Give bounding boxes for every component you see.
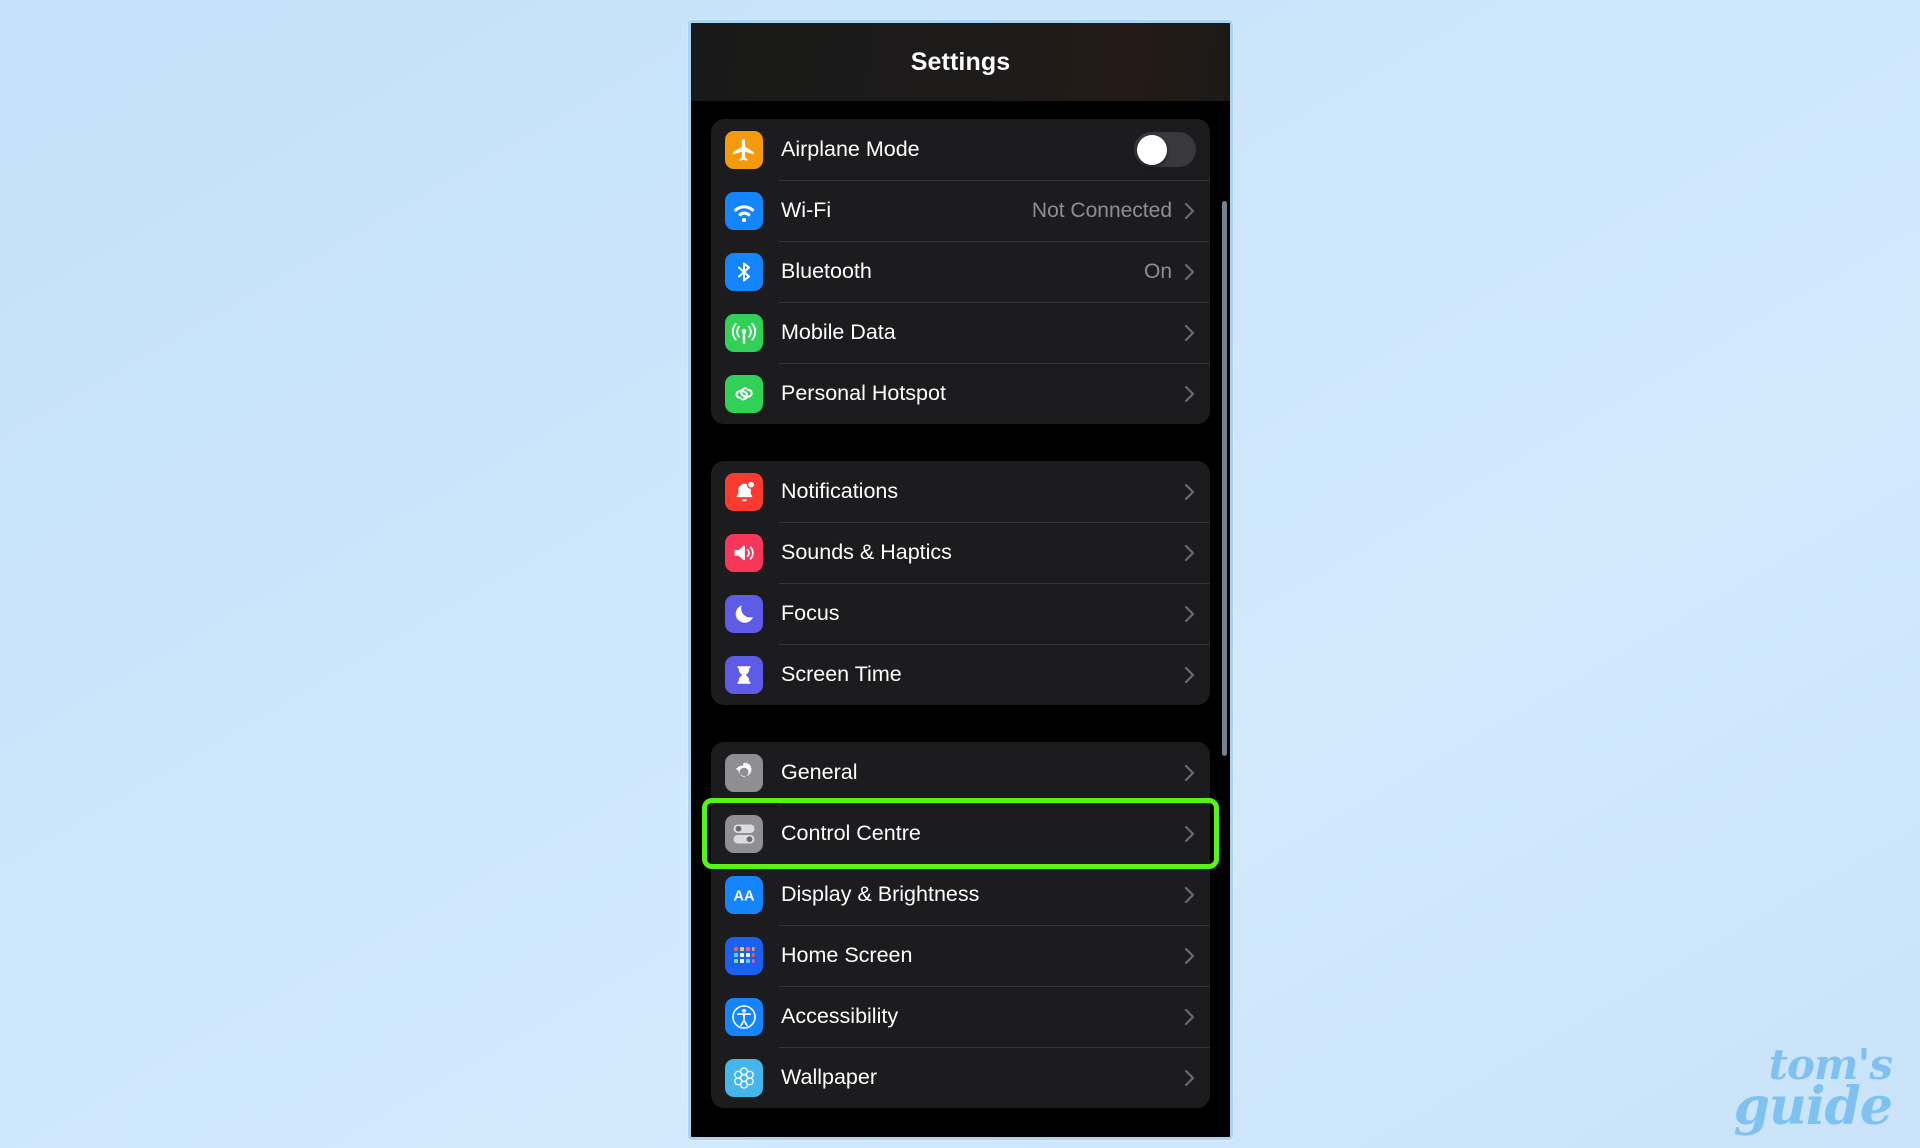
row-accessory <box>1184 482 1196 502</box>
settings-group-connectivity: Airplane Mode Wi-Fi Not Connected Blueto… <box>711 119 1210 424</box>
settings-row-label: Home Screen <box>781 943 913 967</box>
row-accessory <box>1184 1007 1196 1027</box>
settings-row-focus[interactable]: Focus <box>711 583 1210 644</box>
settings-row-label: Focus <box>781 601 840 625</box>
settings-row-accessibility[interactable]: Accessibility <box>711 986 1210 1047</box>
chevron-right-icon <box>1184 482 1196 502</box>
settings-row-general[interactable]: General <box>711 742 1210 803</box>
svg-text:AA: AA <box>734 888 755 904</box>
moon-icon <box>725 594 763 633</box>
page-title: Settings <box>910 47 1011 76</box>
row-accessory: Not Connected <box>1032 199 1196 223</box>
airplane-icon <box>725 130 763 169</box>
settings-row-label: General <box>781 760 858 784</box>
row-accessory <box>1184 384 1196 404</box>
row-accessory <box>1184 665 1196 685</box>
row-accessory <box>1184 604 1196 624</box>
gear-icon <box>725 753 763 792</box>
accessibility-icon <box>725 997 763 1036</box>
chevron-right-icon <box>1184 604 1196 624</box>
chevron-right-icon <box>1184 262 1196 282</box>
row-accessory <box>1184 323 1196 343</box>
phone-screenshot-frame: Settings Airplane Mode Wi-Fi Not Connect… <box>688 20 1233 1140</box>
settings-group-alerts: Notifications Sounds & Haptics Focus Scr… <box>711 461 1210 705</box>
chevron-right-icon <box>1184 946 1196 966</box>
hourglass-icon <box>725 655 763 694</box>
row-accessory <box>1184 824 1196 844</box>
chevron-right-icon <box>1184 763 1196 783</box>
toms-guide-watermark: tom's guide <box>1733 1044 1893 1138</box>
bell-icon <box>725 472 763 511</box>
settings-row-label: Bluetooth <box>781 259 872 283</box>
hotspot-icon <box>725 374 763 413</box>
chevron-right-icon <box>1184 1068 1196 1088</box>
settings-row-label: Personal Hotspot <box>781 381 946 405</box>
settings-row-wallpaper[interactable]: Wallpaper <box>711 1047 1210 1108</box>
control-centre-icon <box>725 814 763 853</box>
row-accessory: On <box>1144 260 1196 284</box>
settings-row-wifi[interactable]: Wi-Fi Not Connected <box>711 180 1210 241</box>
settings-row-personal-hotspot[interactable]: Personal Hotspot <box>711 363 1210 424</box>
aa-text-icon: AA <box>725 875 763 914</box>
cellular-icon <box>725 313 763 352</box>
settings-row-mobile-data[interactable]: Mobile Data <box>711 302 1210 363</box>
settings-row-sounds-haptics[interactable]: Sounds & Haptics <box>711 522 1210 583</box>
chevron-right-icon <box>1184 201 1196 221</box>
settings-row-label: Display & Brightness <box>781 882 980 906</box>
row-accessory <box>1134 132 1196 167</box>
row-accessory <box>1184 1068 1196 1088</box>
chevron-right-icon <box>1184 384 1196 404</box>
settings-row-value: Not Connected <box>1031 198 1172 222</box>
settings-row-label: Accessibility <box>781 1004 899 1028</box>
settings-row-bluetooth[interactable]: Bluetooth On <box>711 241 1210 302</box>
settings-row-label: Screen Time <box>781 662 902 686</box>
toggle-knob <box>1136 134 1167 165</box>
vertical-scrollbar[interactable] <box>1222 201 1227 756</box>
settings-row-label: Airplane Mode <box>781 137 920 161</box>
settings-row-display-brightness[interactable]: AA Display & Brightness <box>711 864 1210 925</box>
row-accessory <box>1184 763 1196 783</box>
chevron-right-icon <box>1184 824 1196 844</box>
settings-row-label: Mobile Data <box>781 320 896 344</box>
chevron-right-icon <box>1184 885 1196 905</box>
settings-row-label: Wi-Fi <box>781 198 832 222</box>
settings-list-scroll-area[interactable]: Airplane Mode Wi-Fi Not Connected Blueto… <box>691 101 1230 1137</box>
wifi-icon <box>725 191 763 230</box>
settings-row-airplane-mode[interactable]: Airplane Mode <box>711 119 1210 180</box>
navigation-bar: Settings <box>691 23 1230 101</box>
bluetooth-icon <box>725 252 763 291</box>
chevron-right-icon <box>1184 1007 1196 1027</box>
settings-row-value: On <box>1143 259 1172 283</box>
settings-row-home-screen[interactable]: Home Screen <box>711 925 1210 986</box>
home-screen-grid-icon <box>725 936 763 975</box>
settings-group-system: General Control Centre AA Display & Brig… <box>711 742 1210 1108</box>
chevron-right-icon <box>1184 665 1196 685</box>
wallpaper-flower-icon <box>725 1058 763 1097</box>
airplane-mode-toggle[interactable] <box>1134 132 1196 167</box>
settings-row-label: Notifications <box>781 479 899 503</box>
settings-row-label: Control Centre <box>781 821 921 845</box>
row-accessory <box>1184 885 1196 905</box>
row-accessory <box>1184 946 1196 966</box>
settings-row-notifications[interactable]: Notifications <box>711 461 1210 522</box>
watermark-line-2: guide <box>1733 1076 1893 1138</box>
settings-row-screen-time[interactable]: Screen Time <box>711 644 1210 705</box>
row-accessory <box>1184 543 1196 563</box>
chevron-right-icon <box>1184 543 1196 563</box>
speaker-icon <box>725 533 763 572</box>
chevron-right-icon <box>1184 323 1196 343</box>
settings-row-label: Wallpaper <box>781 1065 877 1089</box>
settings-row-control-centre[interactable]: Control Centre <box>711 803 1210 864</box>
settings-row-label: Sounds & Haptics <box>781 540 952 564</box>
